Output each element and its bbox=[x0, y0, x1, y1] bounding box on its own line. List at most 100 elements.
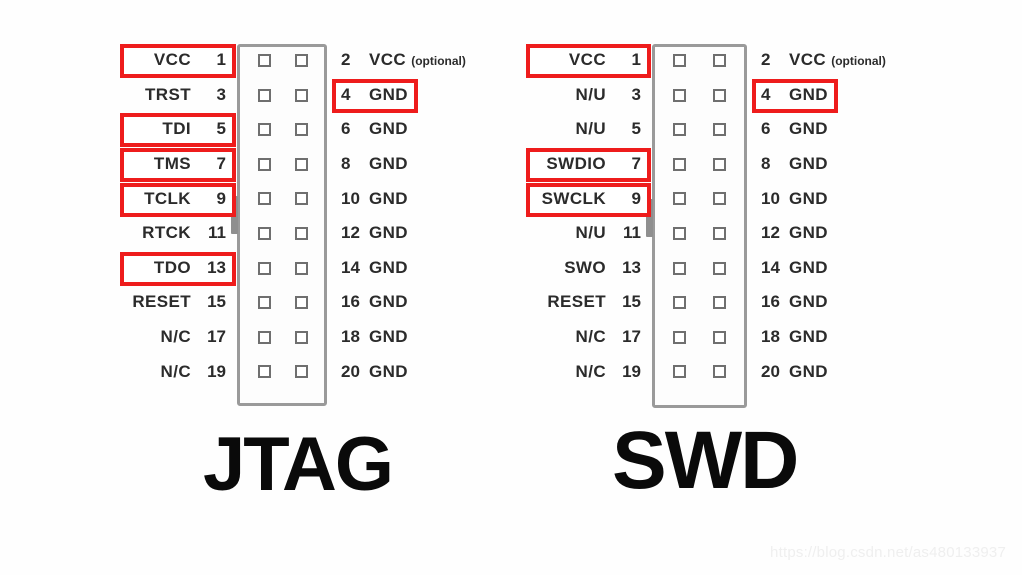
pin-square-odd bbox=[673, 330, 686, 344]
connector-diagram-swd: VCC 1 2 VCC (optional) N/U 3 4 GND N/U 5 6 GND SWDIO… bbox=[525, 0, 955, 420]
signal-name-text: GND bbox=[369, 327, 408, 347]
signal-name: VCC (optional) bbox=[369, 50, 466, 71]
pin-square-even bbox=[295, 330, 308, 344]
pin-label-right: 8 GND bbox=[756, 152, 834, 178]
pin-row: N/C 17 18 GND bbox=[525, 321, 955, 356]
signal-name: GND bbox=[789, 258, 828, 278]
pin-number: 15 bbox=[622, 292, 641, 312]
pin-square-odd bbox=[258, 54, 271, 67]
signal-name: GND bbox=[789, 292, 828, 312]
pin-row: RESET 15 16 GND bbox=[110, 286, 530, 321]
pin-square-odd bbox=[258, 123, 271, 137]
signal-name: TDO bbox=[153, 257, 191, 277]
signal-name: GND bbox=[369, 119, 408, 139]
pin-row: RESET 15 16 GND bbox=[525, 286, 955, 321]
pin-number: 18 bbox=[341, 327, 360, 347]
signal-name: TMS bbox=[153, 154, 191, 174]
pin-row: N/C 19 20 GND bbox=[525, 355, 955, 390]
pin-square-even bbox=[295, 157, 308, 171]
pin-label-left: RTCK 11 bbox=[124, 221, 232, 247]
pin-label-right: 2 VCC (optional) bbox=[336, 48, 472, 74]
pin-number: 14 bbox=[761, 257, 780, 277]
pin-label-right: 10 GND bbox=[336, 187, 414, 213]
pin-number: 4 bbox=[761, 84, 771, 104]
signal-name-text: GND bbox=[369, 257, 408, 277]
pin-number: 20 bbox=[341, 361, 360, 381]
pin-label-left: N/U 3 bbox=[530, 83, 647, 109]
signal-name: GND bbox=[789, 85, 828, 105]
pin-square-odd bbox=[673, 88, 686, 102]
signal-name: SWO bbox=[564, 257, 606, 277]
signal-name: SWCLK bbox=[541, 188, 606, 208]
signal-name-text: GND bbox=[369, 154, 408, 174]
signal-name: RESET bbox=[547, 292, 606, 312]
pin-number: 14 bbox=[341, 257, 360, 277]
pin-number: 13 bbox=[207, 257, 226, 277]
pin-label-right: 10 GND bbox=[756, 187, 834, 213]
signal-name: VCC bbox=[568, 50, 606, 70]
pin-label-right: 14 GND bbox=[336, 256, 414, 282]
pin-label-left: TCLK 9 bbox=[120, 182, 236, 217]
pin-number: 7 bbox=[216, 154, 226, 174]
caption-jtag: JTAG bbox=[203, 422, 394, 507]
signal-name-text: VCC bbox=[789, 50, 827, 70]
pin-square-odd bbox=[673, 226, 686, 240]
pin-row: N/C 19 20 GND bbox=[110, 355, 530, 390]
signal-name: N/C bbox=[160, 327, 191, 347]
signal-name-text: GND bbox=[789, 84, 828, 104]
signal-name: GND bbox=[789, 189, 828, 209]
pin-number: 3 bbox=[216, 84, 226, 104]
pin-square-odd bbox=[258, 192, 271, 206]
pin-number: 1 bbox=[631, 50, 641, 70]
signal-name-text: GND bbox=[789, 223, 828, 243]
pin-label-left: TRST 3 bbox=[124, 83, 232, 109]
pin-label-left: N/C 17 bbox=[124, 325, 232, 351]
signal-name: GND bbox=[369, 189, 408, 209]
signal-name: TRST bbox=[145, 84, 191, 104]
signal-name: N/U bbox=[575, 84, 606, 104]
pin-square-even bbox=[713, 365, 726, 379]
signal-name: N/U bbox=[575, 119, 606, 139]
signal-name: N/U bbox=[575, 223, 606, 243]
pin-label-left: SWDIO 7 bbox=[526, 148, 651, 183]
pin-square-even bbox=[295, 365, 308, 379]
pin-row: N/C 17 18 GND bbox=[110, 321, 530, 356]
signal-name-text: GND bbox=[789, 257, 828, 277]
pin-label-right: 12 GND bbox=[336, 221, 414, 247]
pin-label-right: 12 GND bbox=[756, 221, 834, 247]
pin-label-left: RESET 15 bbox=[124, 290, 232, 316]
pin-row: SWCLK 9 10 GND bbox=[525, 182, 955, 217]
pin-square-even bbox=[295, 226, 308, 240]
signal-name: RESET bbox=[132, 292, 191, 312]
pin-square-even bbox=[713, 226, 726, 240]
pin-number: 8 bbox=[761, 154, 771, 174]
pin-row: VCC 1 2 VCC (optional) bbox=[110, 44, 530, 79]
pin-row-list-jtag: VCC 1 2 VCC (optional) TRST 3 4 GND TDI 5 6 GND TMS 7… bbox=[110, 44, 530, 390]
pin-square-odd bbox=[258, 296, 271, 310]
signal-name: GND bbox=[369, 85, 408, 105]
pin-label-left: N/U 11 bbox=[530, 221, 647, 247]
pin-row: TMS 7 8 GND bbox=[110, 148, 530, 183]
pin-number: 2 bbox=[341, 50, 351, 70]
pin-square-even bbox=[295, 296, 308, 310]
pin-label-left: N/C 19 bbox=[530, 360, 647, 386]
signal-name: N/C bbox=[575, 361, 606, 381]
signal-name-text: GND bbox=[789, 154, 828, 174]
signal-name: GND bbox=[369, 154, 408, 174]
pin-square-odd bbox=[673, 192, 686, 206]
signal-name-text: GND bbox=[369, 119, 408, 139]
signal-name: GND bbox=[789, 154, 828, 174]
pin-square-even bbox=[713, 192, 726, 206]
pin-number: 3 bbox=[631, 84, 641, 104]
pin-square-odd bbox=[673, 54, 686, 67]
pin-number: 17 bbox=[622, 327, 641, 347]
connector-diagram-jtag: VCC 1 2 VCC (optional) TRST 3 4 GND TDI 5 6 GND TMS 7… bbox=[110, 0, 530, 420]
signal-name: TCLK bbox=[144, 188, 191, 208]
pin-square-even bbox=[713, 261, 726, 275]
signal-name: GND bbox=[369, 292, 408, 312]
pin-number: 17 bbox=[207, 327, 226, 347]
pin-square-odd bbox=[258, 261, 271, 275]
pin-row: SWDIO 7 8 GND bbox=[525, 148, 955, 183]
watermark-url: https://blog.csdn.net/as480133937 bbox=[770, 544, 1006, 561]
pin-label-right: 16 GND bbox=[336, 290, 414, 316]
